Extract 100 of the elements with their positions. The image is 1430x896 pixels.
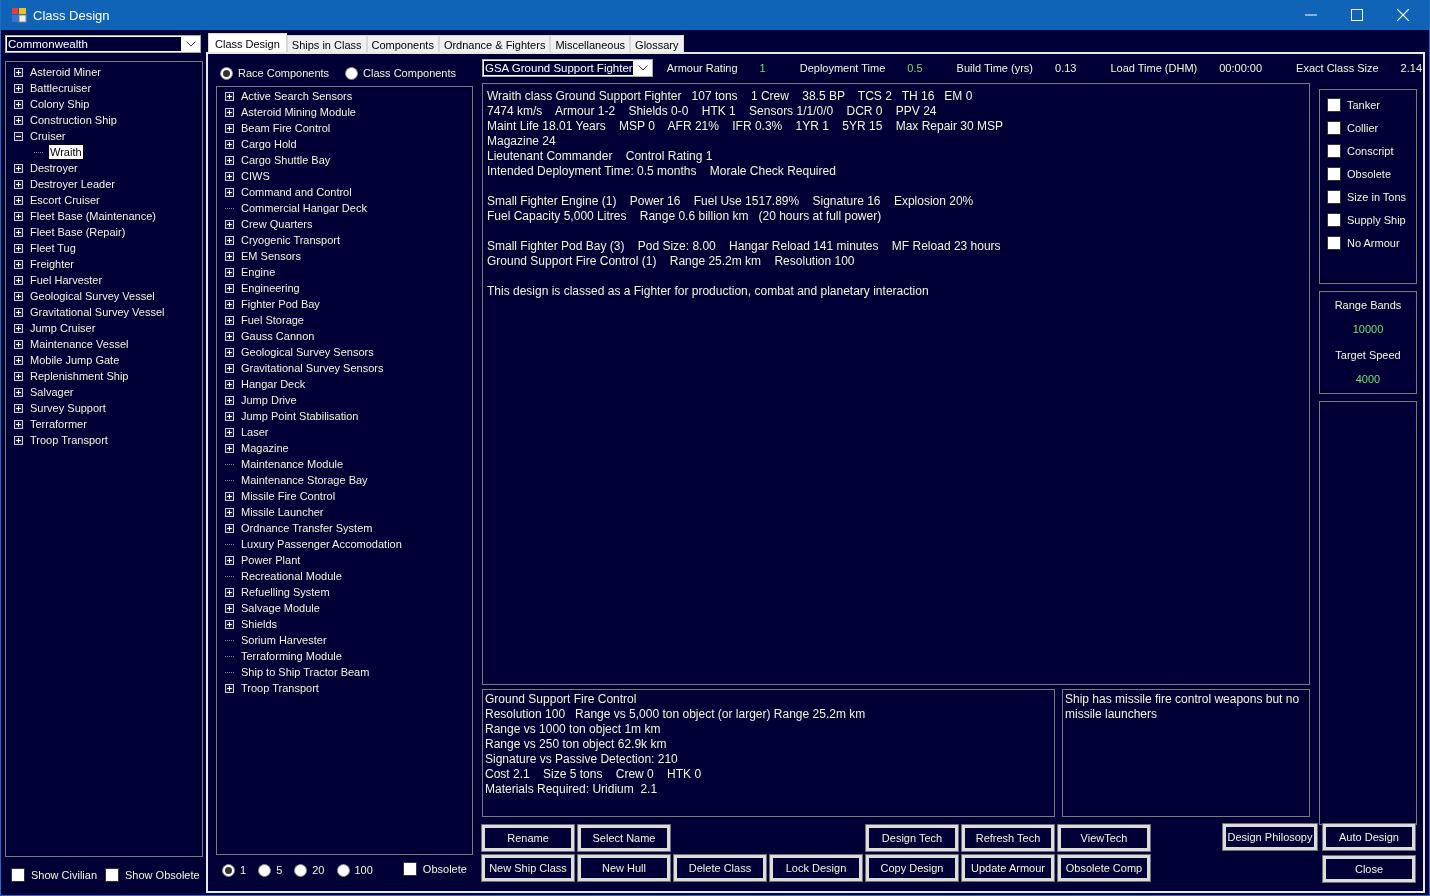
tree-item[interactable]: Terraforming Module <box>240 649 343 663</box>
tree-item[interactable]: Cruiser <box>29 129 67 143</box>
button[interactable]: Design Philosopy <box>1223 824 1317 850</box>
tree-item[interactable]: Gravitational Survey Sensors <box>240 361 385 375</box>
tree-item[interactable]: Active Search Sensors <box>240 89 354 103</box>
expand-icon[interactable] <box>225 443 234 453</box>
tree-item[interactable]: Mobile Jump Gate <box>29 353 121 367</box>
checkbox-label[interactable]: Conscript <box>1347 144 1394 157</box>
expand-icon[interactable] <box>225 363 234 373</box>
expand-icon[interactable] <box>14 163 23 173</box>
tree-item[interactable]: Escort Cruiser <box>29 193 101 207</box>
tree-item[interactable]: Freighter <box>29 257 76 271</box>
tab[interactable]: Ordnance & Fighters <box>438 35 551 52</box>
tab[interactable]: Miscellaneous <box>550 35 631 52</box>
tree-item[interactable]: Colony Ship <box>29 97 91 111</box>
tab[interactable]: Ships in Class <box>286 35 367 52</box>
range-value[interactable]: 10000 <box>1320 321 1416 337</box>
expand-icon[interactable] <box>225 235 234 245</box>
stat-value[interactable]: 1 <box>759 62 766 74</box>
expand-icon[interactable] <box>225 331 234 341</box>
tree-item[interactable]: Wraith <box>49 145 83 159</box>
tree-item[interactable]: Fighter Pod Bay <box>240 297 321 311</box>
expand-icon[interactable] <box>14 275 23 285</box>
collapse-icon[interactable] <box>14 131 23 141</box>
tree-item[interactable]: Ordnance Transfer System <box>240 521 374 535</box>
tree-item[interactable]: Magazine <box>240 441 290 455</box>
checkbox[interactable] <box>1327 235 1341 250</box>
checkbox[interactable] <box>1327 120 1341 135</box>
expand-icon[interactable] <box>14 387 23 397</box>
expand-icon[interactable] <box>225 603 234 613</box>
checkbox[interactable] <box>1327 212 1341 227</box>
tree-item[interactable]: Recreational Module <box>240 569 343 583</box>
close-icon[interactable] <box>1397 9 1409 21</box>
radio-label[interactable]: Class Components <box>363 67 457 79</box>
tree-item[interactable]: EM Sensors <box>240 249 302 263</box>
expand-icon[interactable] <box>14 403 23 413</box>
expand-icon[interactable] <box>225 347 234 357</box>
button[interactable]: ViewTech <box>1058 825 1150 851</box>
tree-item[interactable]: Fuel Storage <box>240 313 305 327</box>
expand-icon[interactable] <box>225 555 234 565</box>
button[interactable]: Auto Design <box>1323 824 1415 850</box>
tree-item[interactable]: Hangar Deck <box>240 377 307 391</box>
radio-label[interactable]: Race Components <box>238 67 330 79</box>
button[interactable]: Select Name <box>578 825 670 851</box>
expand-icon[interactable] <box>14 339 23 349</box>
expand-icon[interactable] <box>225 379 234 389</box>
expand-icon[interactable] <box>14 307 23 317</box>
tree-item[interactable]: Terraformer <box>29 417 88 431</box>
tree-item[interactable]: Asteroid Miner <box>29 65 102 79</box>
tree-item[interactable]: Maintenance Module <box>240 457 345 471</box>
tree-item[interactable]: Fleet Base (Repair) <box>29 225 127 239</box>
expand-icon[interactable] <box>225 299 234 309</box>
tree-item[interactable]: Cargo Hold <box>240 137 298 151</box>
button[interactable]: New Hull <box>578 855 670 881</box>
expand-icon[interactable] <box>225 267 234 277</box>
expand-icon[interactable] <box>225 619 234 629</box>
tree-item[interactable]: Salvager <box>29 385 75 399</box>
tree-item[interactable]: Command and Control <box>240 185 353 199</box>
tree-item[interactable]: Refuelling System <box>240 585 331 599</box>
tree-item[interactable]: Beam Fire Control <box>240 121 332 135</box>
tab[interactable]: Components <box>366 35 439 52</box>
expand-icon[interactable] <box>225 91 234 101</box>
expand-icon[interactable] <box>14 371 23 381</box>
tree-item[interactable]: Destroyer Leader <box>29 177 116 191</box>
expand-icon[interactable] <box>14 83 23 93</box>
stat-value[interactable]: 0.5 <box>907 62 923 74</box>
race-dropdown[interactable]: Commonwealth <box>5 35 201 53</box>
tree-item[interactable]: Cryogenic Transport <box>240 233 342 247</box>
tree-item[interactable]: Laser <box>240 425 270 439</box>
checkbox-label[interactable]: Obsolete <box>1347 167 1392 180</box>
tree-item[interactable]: Troop Transport <box>240 681 320 695</box>
tree-item[interactable]: Engineering <box>240 281 301 295</box>
expand-icon[interactable] <box>14 211 23 221</box>
tree-item[interactable]: Gravitational Survey Vessel <box>29 305 166 319</box>
tree-item[interactable]: Survey Support <box>29 401 107 415</box>
expand-icon[interactable] <box>225 219 234 229</box>
expand-icon[interactable] <box>225 251 234 261</box>
checkbox-label[interactable]: Show Obsolete <box>125 869 200 881</box>
checkbox-label[interactable]: Show Civilian <box>31 869 98 881</box>
expand-icon[interactable] <box>225 587 234 597</box>
expand-icon[interactable] <box>225 523 234 533</box>
button[interactable]: Refresh Tech <box>962 825 1054 851</box>
button[interactable]: Design Tech <box>866 825 958 851</box>
checkbox-label[interactable]: Collier <box>1347 121 1379 134</box>
tree-item[interactable]: Missile Launcher <box>240 505 325 519</box>
tree-item[interactable]: Battlecruiser <box>29 81 93 95</box>
button[interactable]: Update Armour <box>962 855 1054 881</box>
expand-icon[interactable] <box>225 427 234 437</box>
expand-icon[interactable] <box>14 243 23 253</box>
expand-icon[interactable] <box>225 155 234 165</box>
tree-item[interactable]: Gauss Cannon <box>240 329 316 343</box>
checkbox-label[interactable]: Supply Ship <box>1347 213 1406 226</box>
radio-label[interactable]: 20 <box>312 864 325 876</box>
checkbox[interactable] <box>11 868 25 882</box>
radio-button[interactable] <box>222 863 235 877</box>
tree-item[interactable]: Maintenance Storage Bay <box>240 473 369 487</box>
checkbox[interactable] <box>402 862 417 876</box>
tree-item[interactable]: Geological Survey Sensors <box>240 345 375 359</box>
tree-item[interactable]: Engine <box>240 265 277 279</box>
radio-label[interactable]: 1 <box>240 864 247 876</box>
